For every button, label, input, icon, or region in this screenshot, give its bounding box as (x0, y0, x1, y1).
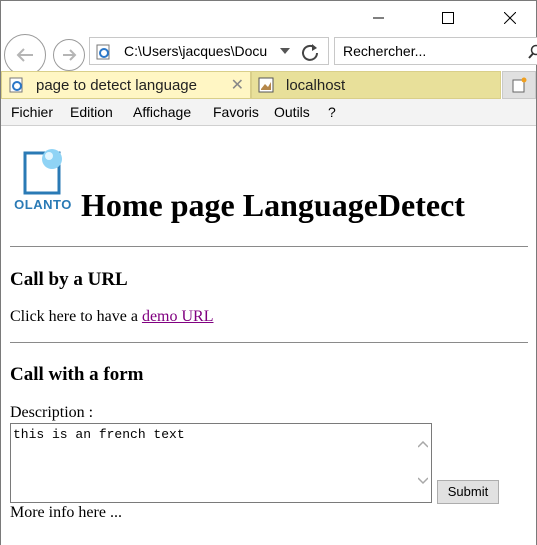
scroll-down-icon[interactable] (418, 477, 428, 485)
divider (10, 246, 528, 247)
description-textarea[interactable]: this is an french text (10, 423, 432, 503)
url-paragraph: Click here to have a demo URL (10, 308, 214, 326)
forward-button[interactable] (53, 39, 85, 71)
tab-page-to-detect-language[interactable]: page to detect language ✕ (1, 71, 251, 99)
new-tab-icon (512, 77, 527, 93)
back-button[interactable] (4, 34, 46, 76)
logo-icon (23, 149, 62, 195)
close-icon (504, 12, 516, 24)
refresh-icon[interactable] (300, 42, 320, 62)
tab-close-icon[interactable]: ✕ (231, 75, 244, 95)
section-form-heading: Call with a form (10, 364, 144, 385)
forward-arrow-icon (63, 49, 77, 61)
tab-label: localhost (286, 77, 346, 94)
close-window-button[interactable] (487, 1, 533, 35)
ie-tab-icon (9, 77, 23, 93)
menu-edition[interactable]: Edition (70, 104, 113, 120)
logo-text: OLANTO (14, 197, 72, 212)
demo-url-link[interactable]: demo URL (142, 308, 214, 325)
title-bar (1, 1, 536, 35)
textarea-scrollbar[interactable] (414, 424, 431, 502)
ie-page-icon (96, 44, 110, 60)
menu-affichage[interactable]: Affichage (133, 104, 191, 120)
image-tab-icon (258, 77, 274, 93)
tab-bar: page to detect language ✕ localhost (1, 71, 536, 99)
menu-bar: Fichier Edition Affichage Favoris Outils… (1, 99, 536, 126)
minimize-button[interactable] (356, 1, 402, 35)
maximize-icon (442, 12, 454, 24)
textarea-value: this is an french text (13, 427, 185, 442)
minimize-icon (373, 17, 384, 19)
scroll-up-icon[interactable] (418, 441, 428, 449)
address-bar[interactable]: C:\Users\jacques\Docu (89, 37, 329, 65)
back-arrow-icon (16, 48, 33, 62)
description-label: Description : (10, 404, 94, 421)
new-tab-button[interactable] (502, 71, 536, 99)
url-text: Click here to have a (10, 308, 142, 325)
tab-localhost[interactable]: localhost (251, 71, 501, 99)
olanto-logo: OLANTO (11, 149, 75, 213)
address-text: C:\Users\jacques\Docu (124, 43, 268, 59)
more-info-text: More info here ... (10, 504, 122, 521)
navigation-bar: C:\Users\jacques\Docu Rechercher... (1, 31, 537, 76)
menu-fichier[interactable]: Fichier (11, 104, 53, 120)
submit-button[interactable]: Submit (437, 480, 499, 504)
maximize-button[interactable] (425, 1, 471, 35)
menu-outils[interactable]: Outils (274, 104, 310, 120)
dropdown-icon[interactable] (280, 48, 290, 56)
section-url-heading: Call by a URL (10, 269, 128, 290)
menu-favoris[interactable]: Favoris (213, 104, 259, 120)
menu-help[interactable]: ? (328, 104, 336, 120)
search-icon[interactable] (528, 44, 537, 60)
search-box[interactable]: Rechercher... (334, 37, 537, 65)
search-placeholder: Rechercher... (343, 43, 427, 59)
divider (10, 342, 528, 343)
page-title: Home page LanguageDetect (81, 187, 465, 223)
tab-label: page to detect language (36, 77, 197, 94)
page-content: OLANTO Home page LanguageDetect Call by … (1, 127, 536, 545)
browser-window: C:\Users\jacques\Docu Rechercher... page… (0, 0, 537, 545)
